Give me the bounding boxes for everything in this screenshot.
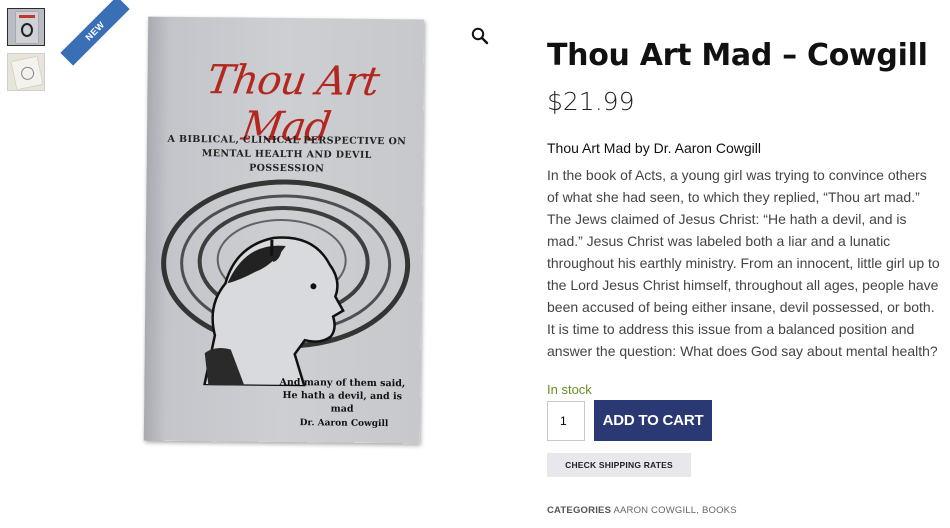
quantity-input[interactable] [547, 400, 585, 441]
product-gallery: NEW Thou Art Mad A BIBLICAL, CLINICAL PE… [60, 0, 500, 458]
new-badge: NEW [60, 0, 130, 66]
add-to-cart-form: ADD TO CART [547, 400, 942, 441]
product-categories: CATEGORIES AARON COWGILL, BOOKS [547, 505, 942, 516]
add-to-cart-button[interactable]: ADD TO CART [594, 400, 712, 441]
thumbnail-cover-alt[interactable] [7, 53, 45, 91]
cover-illustration [161, 179, 411, 388]
thumbnail-head-mark [19, 65, 36, 82]
product-main-image[interactable]: Thou Art Mad A BIBLICAL, CLINICAL PERSPE… [143, 16, 425, 444]
category-link-books[interactable]: BOOKS [702, 505, 737, 516]
cover-quote: And many of them said, He hath a devil, … [272, 376, 412, 416]
product-summary: Thou Art Mad – Cowgill $21.99 Thou Art M… [547, 38, 942, 516]
cover-quote-line-2: He hath a devil, and is mad [282, 389, 403, 415]
cover-quote-line-1: And many of them said, [279, 376, 406, 390]
thumbnail-cover-front[interactable] [7, 8, 45, 46]
category-link-aaron-cowgill[interactable]: AARON COWGILL [613, 505, 696, 516]
cover-author: Dr. Aaron Cowgill [299, 418, 389, 430]
product-description: In the book of Acts, a young girl was tr… [547, 167, 940, 359]
thumbnail-list [7, 8, 47, 98]
cover-subtitle: A BIBLICAL, CLINICAL PERSPECTIVE ON MENT… [167, 133, 407, 175]
thumbnail-image [11, 56, 43, 90]
zoom-icon[interactable] [470, 26, 490, 46]
categories-label: CATEGORIES [547, 505, 612, 516]
thumbnail-title-mark [19, 15, 35, 18]
product-lead: Thou Art Mad by Dr. Aaron Cowgill [547, 140, 761, 156]
stock-status: In stock [547, 382, 592, 397]
thumbnail-head-mark [21, 23, 33, 37]
thumbnail-image [16, 12, 38, 43]
check-shipping-rates-button[interactable]: CHECK SHIPPING RATES [547, 453, 691, 477]
product-price: $21.99 [547, 87, 635, 116]
product-title: Thou Art Mad – Cowgill [547, 38, 928, 73]
